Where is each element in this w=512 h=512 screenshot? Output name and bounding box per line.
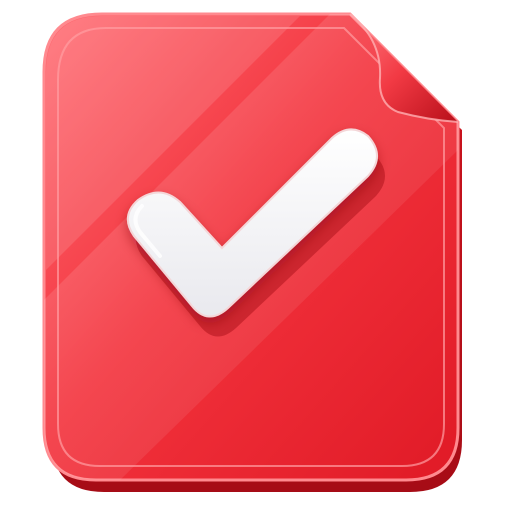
icon-canvas <box>0 0 512 512</box>
document-checkmark-icon <box>42 12 462 492</box>
